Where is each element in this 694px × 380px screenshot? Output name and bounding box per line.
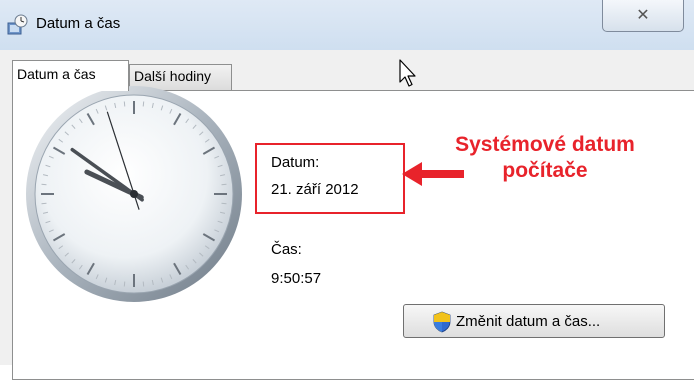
analog-clock	[26, 86, 242, 302]
clock-minute-tick	[221, 202, 227, 205]
close-button[interactable]: ✕	[602, 0, 684, 32]
time-value: 9:50:57	[271, 270, 322, 287]
uac-shield-icon	[433, 311, 451, 333]
title-bar[interactable]: Datum a čas ✕	[0, 0, 694, 50]
change-date-time-button[interactable]: Změnit datum a čas...	[403, 304, 665, 338]
change-date-time-label: Změnit datum a čas...	[456, 313, 601, 330]
tab-date-time[interactable]: Datum a čas	[12, 60, 129, 91]
control-panel-clock-icon	[7, 14, 28, 35]
annotation-line-1: Systémové datum	[455, 133, 635, 156]
date-highlight-box	[255, 143, 405, 214]
clock-minute-tick	[142, 281, 145, 287]
clock-minute-tick	[142, 101, 145, 107]
clock-minute-tick	[221, 183, 227, 186]
window-title: Datum a čas	[36, 15, 121, 32]
mouse-cursor-icon	[399, 59, 416, 87]
close-icon: ✕	[636, 5, 650, 24]
clock-minute-tick	[41, 183, 47, 186]
clock-minute-tick	[41, 202, 47, 205]
annotation-arrow-icon	[402, 162, 464, 186]
time-label: Čas:	[271, 241, 302, 258]
clock-minute-tick	[123, 101, 126, 107]
clock-minute-tick	[123, 281, 126, 287]
clock-center-cap	[130, 190, 138, 198]
